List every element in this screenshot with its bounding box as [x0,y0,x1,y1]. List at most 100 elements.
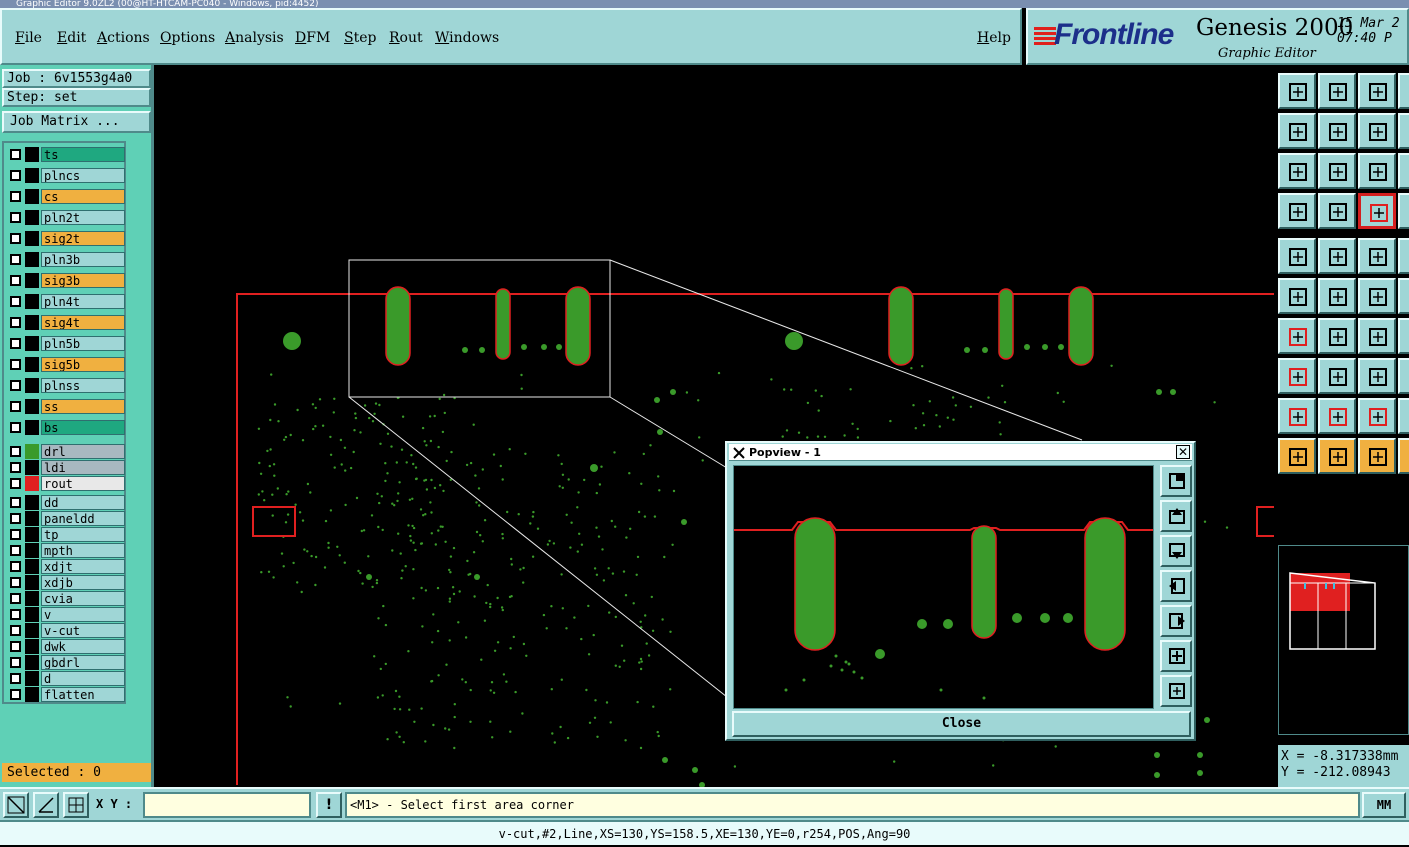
move-left-icon[interactable] [1278,113,1316,149]
layer-name[interactable]: sig2t [41,231,125,246]
add-pad-icon[interactable] [1358,278,1396,314]
layer-name[interactable]: flatten [41,687,125,702]
layer-name[interactable]: sig3b [41,273,125,288]
grid-snap-icon[interactable] [63,792,89,818]
shield-icon[interactable] [1358,438,1396,474]
layer-name[interactable]: sig5b [41,357,125,372]
route-signal-icon[interactable] [1358,193,1396,229]
layer-checkbox[interactable] [10,380,21,391]
copy-icon[interactable] [1398,358,1409,394]
layer-name[interactable]: tp [41,527,125,542]
delete-icon[interactable] [1318,278,1356,314]
popview-zoom-icon[interactable] [1160,465,1192,497]
layer-checkbox[interactable] [10,401,21,412]
rotate-icon[interactable] [1398,113,1409,149]
scroll-icon[interactable] [1398,73,1409,109]
popview-zoom-out-icon[interactable] [1160,640,1192,672]
fit-icon[interactable] [1278,153,1316,189]
probe-icon[interactable] [1318,193,1356,229]
layer-checkbox[interactable] [10,212,21,223]
job-matrix-button[interactable]: Job Matrix ... [2,111,151,133]
line-red-icon[interactable] [1278,318,1316,354]
layer-name[interactable]: rout [41,476,125,491]
layer-checkbox[interactable] [10,545,21,556]
menu-edit[interactable]: Edit [57,30,86,46]
layer-name[interactable]: cs [41,189,125,204]
layer-row-ldi[interactable]: ldi [6,460,126,475]
scale-1-2-icon[interactable] [1358,153,1396,189]
layer-row-ts[interactable]: ts [6,147,126,162]
layer-name[interactable]: pln2t [41,210,125,225]
feature-icon[interactable] [1398,278,1409,314]
layer-row-mpth[interactable]: mpth [6,543,126,558]
layer-row-gbdrl[interactable]: gbdrl [6,655,126,670]
layer-name[interactable]: cvia [41,591,125,606]
layer-checkbox[interactable] [10,513,21,524]
arc-icon[interactable] [1358,318,1396,354]
flag-icon[interactable] [1398,193,1409,229]
layer-checkbox[interactable] [10,657,21,668]
layer-checkbox[interactable] [10,446,21,457]
layer-row-sig2t[interactable]: sig2t [6,231,126,246]
move-right-icon[interactable] [1318,113,1356,149]
layer-row-cs[interactable]: cs [6,189,126,204]
popview-pan-left-icon[interactable] [1160,570,1192,602]
draw-icon[interactable] [1318,238,1356,274]
layer-row-dd[interactable]: dd [6,495,126,510]
layer-name[interactable]: ldi [41,460,125,475]
triangle-a-icon[interactable] [1278,398,1316,434]
layer-row-sig5b[interactable]: sig5b [6,357,126,372]
layer-checkbox[interactable] [10,641,21,652]
ruler-icon[interactable] [1358,238,1396,274]
layer-row-bs[interactable]: bs [6,420,126,435]
menu-dfm[interactable]: DFM [295,30,330,46]
layer-checkbox[interactable] [10,170,21,181]
layer-row-sig4t[interactable]: sig4t [6,315,126,330]
layer-checkbox[interactable] [10,478,21,489]
layer-name[interactable]: pln3b [41,252,125,267]
layer-row-sig3b[interactable]: sig3b [6,273,126,288]
layer-row-drl[interactable]: drl [6,444,126,459]
layer-checkbox[interactable] [10,254,21,265]
layer-row-xdjt[interactable]: xdjt [6,559,126,574]
layer-checkbox[interactable] [10,529,21,540]
layer-checkbox[interactable] [10,296,21,307]
popview-close-button[interactable]: Close [732,711,1191,737]
layer-name[interactable]: dwk [41,639,125,654]
layer-row-d[interactable]: d [6,671,126,686]
popview-zoom-in-icon[interactable] [1160,675,1192,707]
layer-checkbox[interactable] [10,609,21,620]
layer-down-icon[interactable] [1318,73,1356,109]
layer-checkbox[interactable] [10,673,21,684]
layer-name[interactable]: ss [41,399,125,414]
layer-name[interactable]: v-cut [41,623,125,638]
measure-icon[interactable] [33,792,59,818]
layer-name[interactable]: gbdrl [41,655,125,670]
menu-help[interactable]: Help [977,30,1011,46]
layer-name[interactable]: drl [41,444,125,459]
layer-up-icon[interactable] [1278,73,1316,109]
cut-icon[interactable] [1318,358,1356,394]
layer-name[interactable]: pln4t [41,294,125,309]
layer-name[interactable]: sig4t [41,315,125,330]
layer-row-pln3b[interactable]: pln3b [6,252,126,267]
layer-name[interactable]: v [41,607,125,622]
mirror-icon[interactable] [1398,153,1409,189]
layer-row-flatten[interactable]: flatten [6,687,126,702]
layer-name[interactable]: plncs [41,168,125,183]
layer-row-plnss[interactable]: plnss [6,378,126,393]
grid-icon[interactable] [1398,238,1409,274]
layer-checkbox[interactable] [10,561,21,572]
units-button[interactable]: MM [1362,792,1406,818]
layer-row-ss[interactable]: ss [6,399,126,414]
layer-checkbox[interactable] [10,593,21,604]
menu-analysis[interactable]: Analysis [225,30,284,46]
menu-options[interactable]: Options [160,30,215,46]
layer-name[interactable]: xdjt [41,559,125,574]
pointer-icon[interactable] [1278,438,1316,474]
triangle-b-icon[interactable] [1318,398,1356,434]
layer-row-dwk[interactable]: dwk [6,639,126,654]
layer-name[interactable]: paneldd [41,511,125,526]
layer-name[interactable]: ts [41,147,125,162]
layer-row-pln2t[interactable]: pln2t [6,210,126,225]
